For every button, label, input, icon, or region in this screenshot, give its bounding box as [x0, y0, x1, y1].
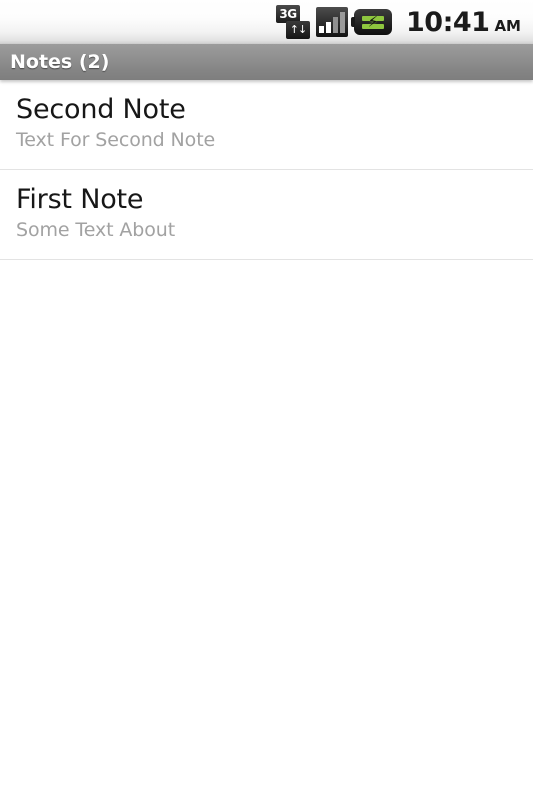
status-bar: 3G ↑↓ ⚡ 10:41 AM: [0, 0, 533, 44]
notes-list: Second Note Text For Second Note First N…: [0, 80, 533, 261]
list-item[interactable]: First Note Some Text About: [0, 170, 533, 261]
note-subtitle: Text For Second Note: [16, 129, 216, 152]
3g-data-icon: 3G ↑↓: [276, 5, 310, 39]
note-title: Second Note: [16, 94, 186, 125]
signal-bar-3: [333, 17, 338, 33]
title-bar: Notes (2): [0, 44, 533, 80]
status-clock: 10:41 AM: [406, 9, 521, 36]
battery-terminal: [351, 17, 355, 27]
data-transfer-arrows-icon: ↑↓: [286, 21, 310, 39]
clock-time: 10:41: [406, 6, 490, 38]
signal-bars-icon: [316, 7, 348, 37]
clock-meridiem: AM: [494, 16, 521, 35]
list-item[interactable]: Second Note Text For Second Note: [0, 80, 533, 171]
battery-charging-icon: ⚡: [351, 9, 392, 35]
page-title: Notes (2): [10, 51, 110, 73]
note-subtitle: Some Text About: [16, 219, 176, 242]
charging-bolt-icon: ⚡: [367, 12, 379, 31]
signal-bar-2: [326, 22, 331, 33]
status-icons: 3G ↑↓ ⚡ 10:41 AM: [276, 5, 521, 39]
signal-bar-1: [319, 26, 324, 33]
note-title: First Note: [16, 184, 144, 216]
app-screen: 3G ↑↓ ⚡ 10:41 AM Notes (2) Second Note T…: [0, 0, 533, 800]
signal-bar-4: [340, 11, 345, 33]
